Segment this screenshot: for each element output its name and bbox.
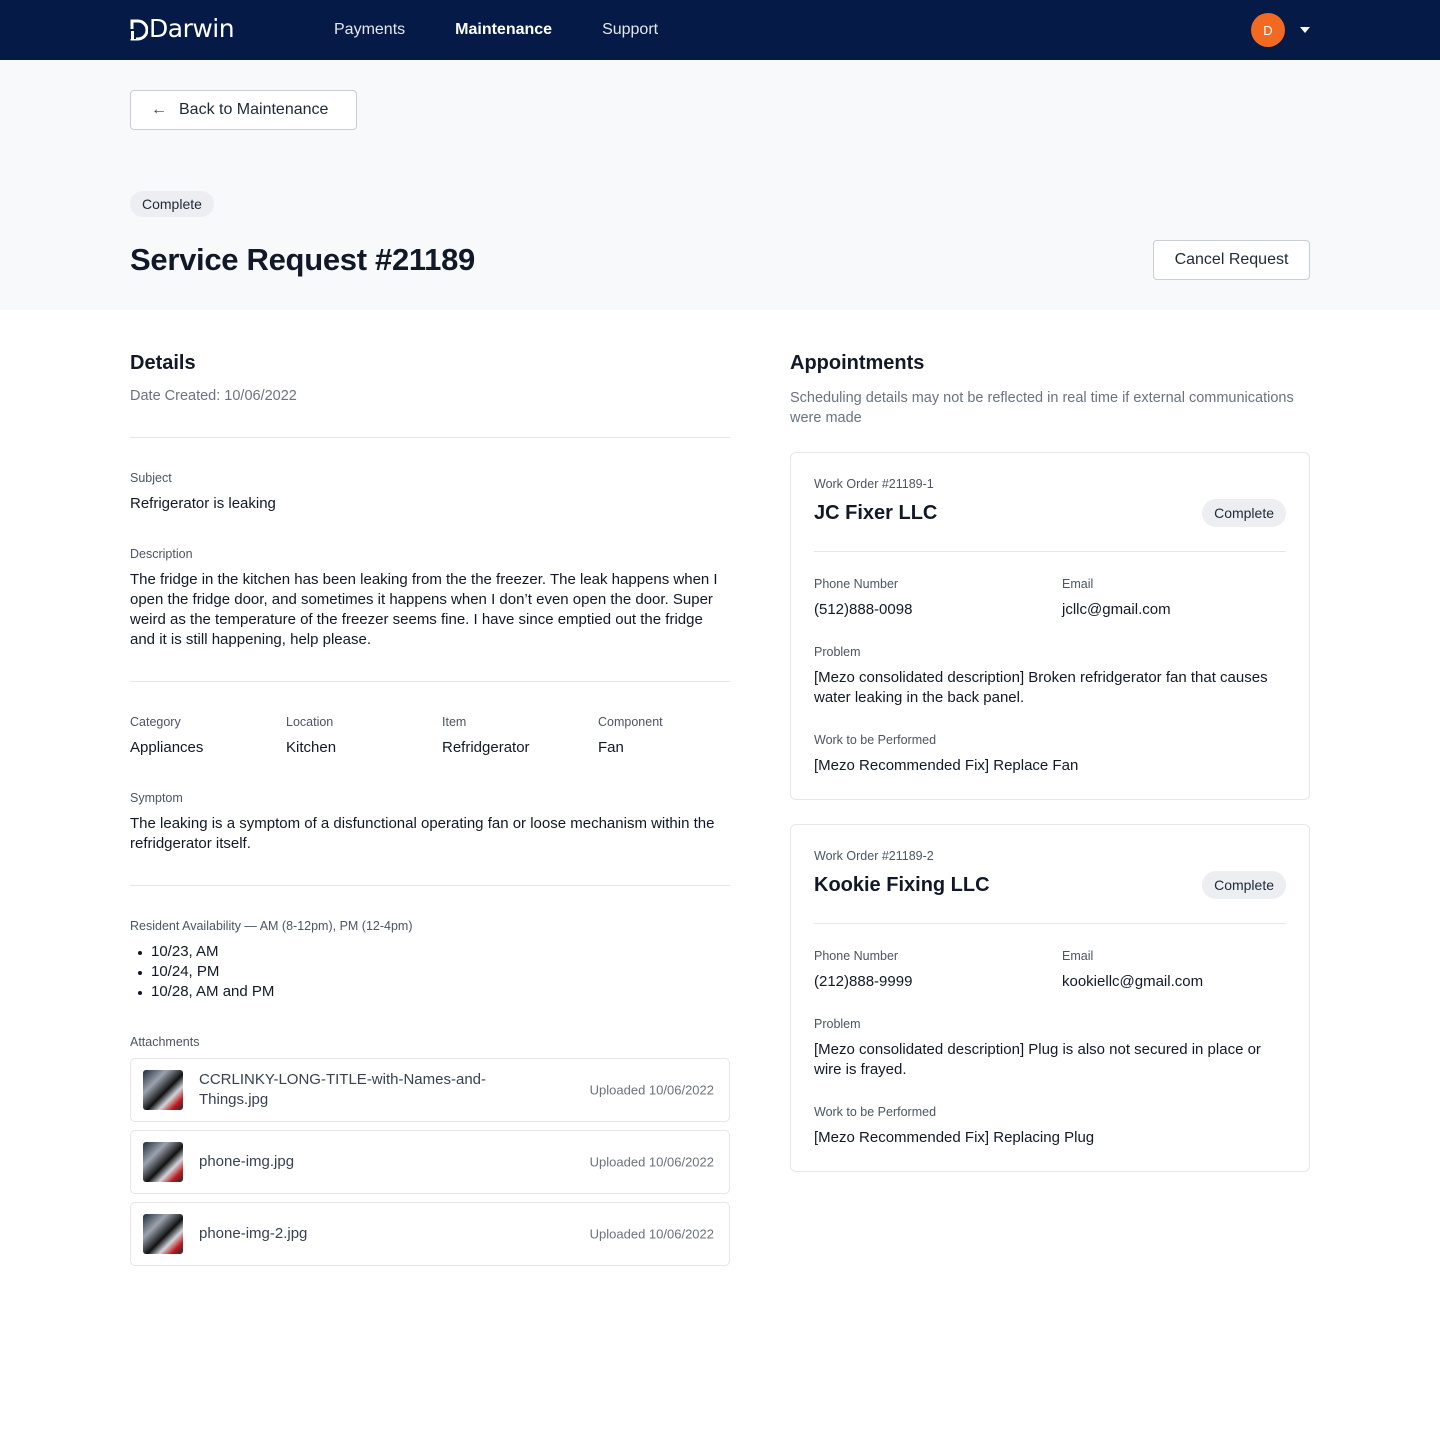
subject-label: Subject (130, 471, 172, 485)
attachment-upload-date: Uploaded 10/06/2022 (589, 1082, 714, 1098)
nav-support[interactable]: Support (602, 21, 658, 39)
vendor-name: JC Fixer LLC (814, 502, 938, 524)
back-to-maintenance-button[interactable]: ← Back to Maintenance (130, 90, 357, 130)
item-value: Refridgerator (442, 739, 530, 756)
symptom-value: The leaking is a symptom of a disfunctio… (130, 815, 715, 852)
email-label: Email (1062, 949, 1094, 963)
availability-item: 10/23, AM (130, 942, 274, 962)
work-value: [Mezo Recommended Fix] Replace Fan (814, 757, 1079, 774)
item-label: Item (442, 715, 467, 729)
attachment-upload-date: Uploaded 10/06/2022 (589, 1154, 714, 1170)
work-label: Work to be Performed (814, 1105, 937, 1119)
date-created: Date Created: 10/06/2022 (130, 388, 297, 404)
image-thumbnail (143, 1142, 183, 1182)
image-thumbnail (143, 1070, 183, 1110)
details-heading: Details (130, 352, 196, 374)
user-avatar[interactable]: D (1251, 13, 1285, 47)
request-header: ← Back to Maintenance Complete Service R… (0, 60, 1440, 310)
divider (130, 437, 730, 438)
location-label: Location (286, 715, 334, 729)
availability-item: 10/28, AM and PM (130, 982, 274, 1002)
email-label: Email (1062, 577, 1094, 591)
work-order-card: Work Order #21189-2 Kookie Fixing LLC Co… (790, 824, 1310, 1172)
attachment-filename: phone-img-2.jpg (199, 1225, 308, 1242)
divider (814, 923, 1286, 924)
status-badge: Complete (130, 191, 214, 217)
phone-label: Phone Number (814, 949, 899, 963)
attachment-item[interactable]: phone-img-2.jpg Uploaded 10/06/2022 (130, 1202, 730, 1266)
attachment-upload-date: Uploaded 10/06/2022 (589, 1226, 714, 1242)
appointments-heading: Appointments (790, 352, 925, 374)
availability-label: Resident Availability — AM (8-12pm), PM … (130, 919, 413, 933)
status-badge: Complete (1202, 871, 1286, 899)
main-content: Details Date Created: 10/06/2022 Subject… (0, 310, 1440, 1438)
divider (814, 551, 1286, 552)
phone-value: (512)888-0098 (814, 601, 913, 618)
back-button-label: Back to Maintenance (179, 101, 329, 118)
work-order-number: Work Order #21189-1 (814, 477, 934, 491)
attachment-item[interactable]: phone-img.jpg Uploaded 10/06/2022 (130, 1130, 730, 1194)
work-order-number: Work Order #21189-2 (814, 849, 934, 863)
appointments-note: Scheduling details may not be reflected … (790, 390, 1294, 426)
cancel-request-button[interactable]: Cancel Request (1153, 240, 1310, 280)
work-order-card: Work Order #21189-1 JC Fixer LLC Complet… (790, 452, 1310, 800)
top-nav: Darwin Payments Maintenance Support D (0, 0, 1440, 60)
component-label: Component (598, 715, 663, 729)
category-value: Appliances (130, 739, 204, 756)
nav-maintenance[interactable]: Maintenance (455, 21, 552, 39)
phone-value: (212)888-9999 (814, 973, 913, 990)
problem-label: Problem (814, 1017, 861, 1031)
problem-value: [Mezo consolidated description] Plug is … (814, 1041, 1261, 1078)
divider (130, 681, 730, 682)
email-value: kookiellc@gmail.com (1062, 973, 1204, 990)
category-label: Category (130, 715, 181, 729)
problem-label: Problem (814, 645, 861, 659)
darwin-logo[interactable]: Darwin (130, 14, 235, 43)
phone-label: Phone Number (814, 577, 899, 591)
vendor-name: Kookie Fixing LLC (814, 874, 990, 896)
page-title: Service Request #21189 (130, 242, 475, 277)
brand-name: Darwin (149, 14, 235, 43)
darwin-logo-icon (130, 19, 148, 40)
subject-value: Refrigerator is leaking (130, 495, 276, 512)
arrow-left-icon: ← (151, 101, 167, 118)
status-badge: Complete (1202, 499, 1286, 527)
symptom-label: Symptom (130, 791, 183, 805)
description-value: The fridge in the kitchen has been leaki… (130, 571, 718, 648)
attachments-label: Attachments (130, 1035, 200, 1049)
main-nav: Payments Maintenance Support (334, 0, 708, 60)
work-label: Work to be Performed (814, 733, 937, 747)
attachment-item[interactable]: CCRLINKY-LONG-TITLE-with-Names-and-Thing… (130, 1058, 730, 1122)
chevron-down-icon[interactable] (1300, 27, 1310, 33)
work-value: [Mezo Recommended Fix] Replacing Plug (814, 1129, 1095, 1146)
image-thumbnail (143, 1214, 183, 1254)
description-label: Description (130, 547, 193, 561)
divider (130, 885, 730, 886)
availability-item: 10/24, PM (130, 962, 274, 982)
attachment-filename: phone-img.jpg (199, 1153, 295, 1170)
nav-payments[interactable]: Payments (334, 21, 405, 39)
attachment-filename: CCRLINKY-LONG-TITLE-with-Names-and-Thing… (199, 1071, 487, 1108)
location-value: Kitchen (286, 739, 337, 756)
component-value: Fan (598, 739, 624, 756)
availability-list: 10/23, AM 10/24, PM 10/28, AM and PM (130, 942, 274, 1002)
email-value: jcllc@gmail.com (1062, 601, 1171, 618)
problem-value: [Mezo consolidated description] Broken r… (814, 669, 1268, 706)
